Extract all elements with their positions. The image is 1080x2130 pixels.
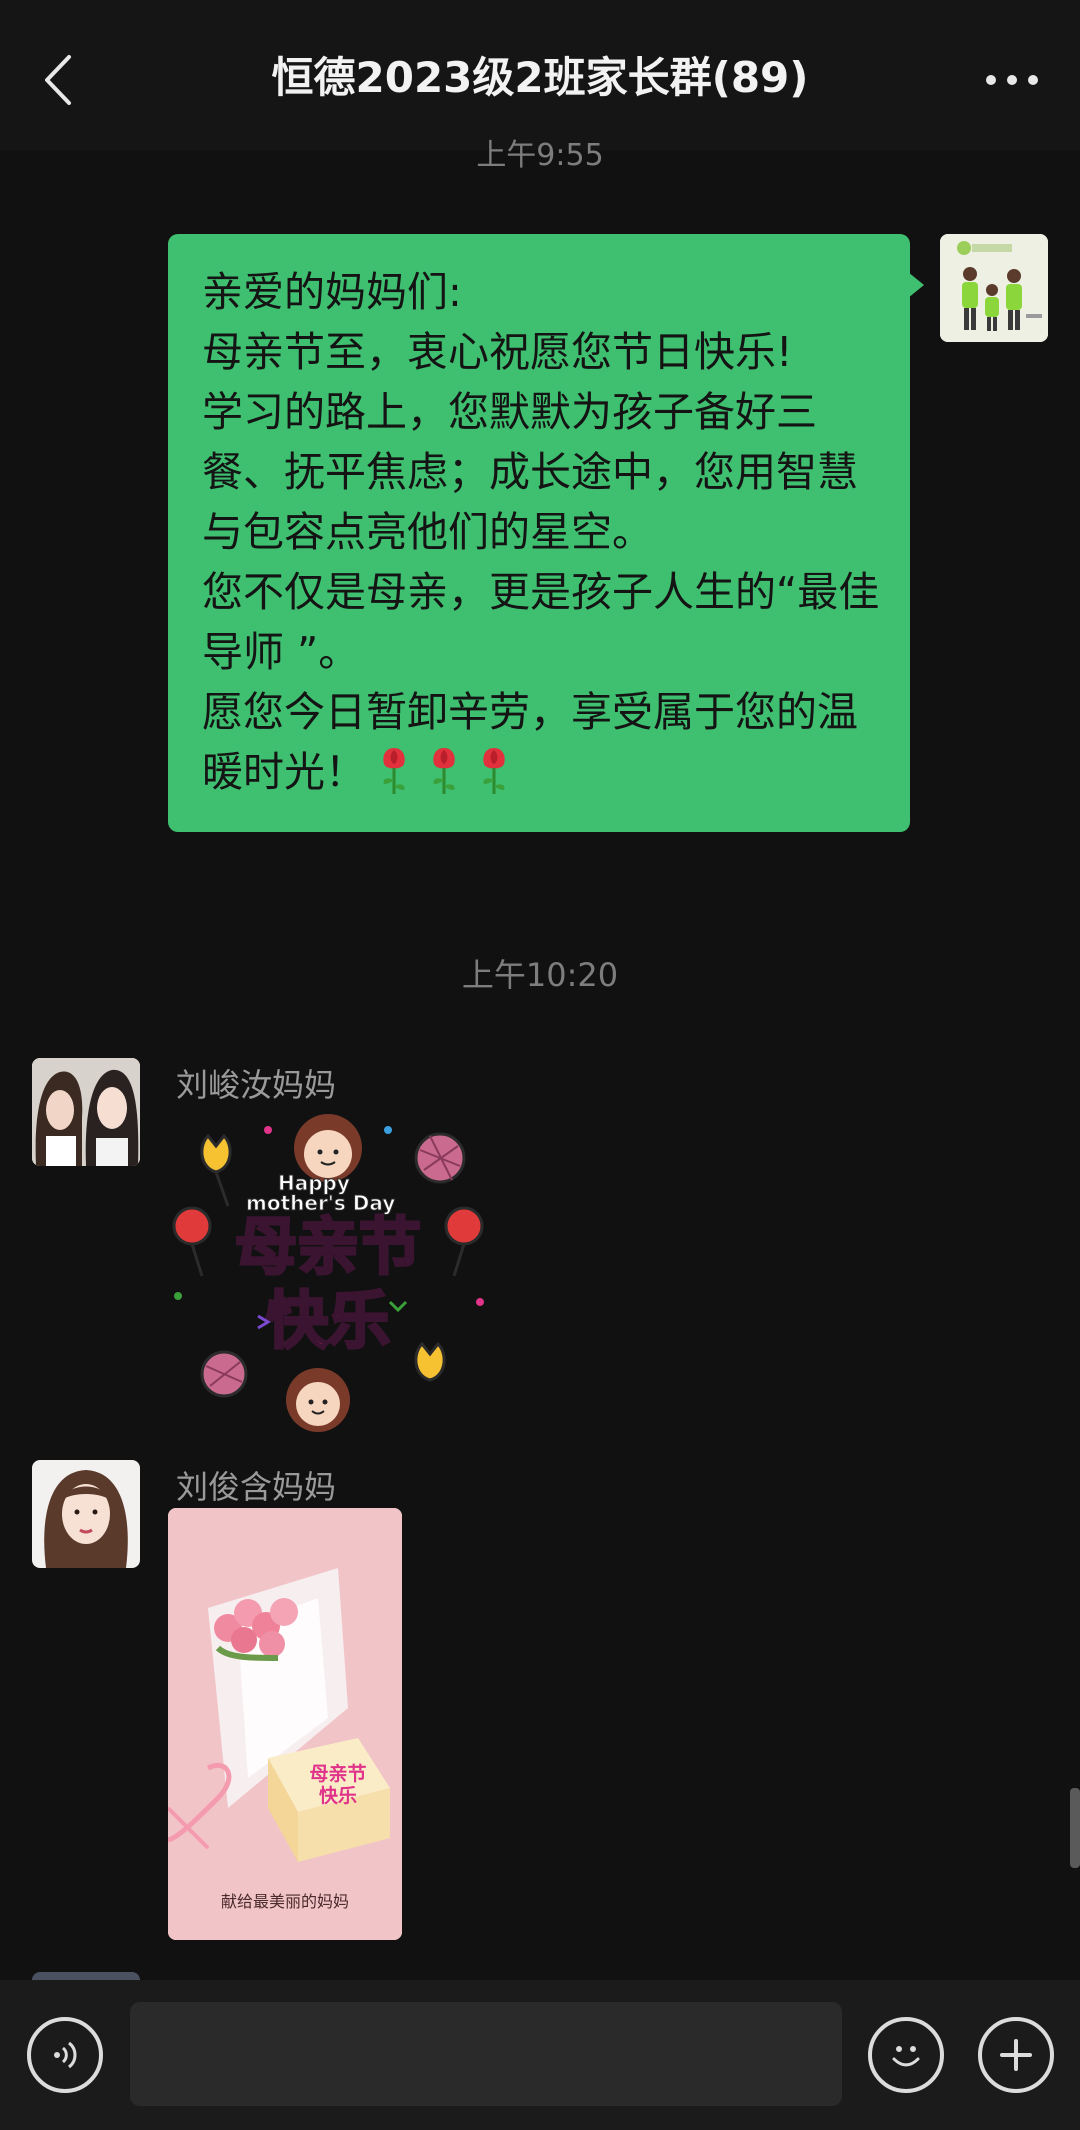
more-options-button[interactable] xyxy=(972,50,1052,110)
chat-screen: 恒德2023级2班家长群(89) 上午9:55 亲爱的妈妈们: 母亲节至，衷心祝… xyxy=(0,0,1080,2130)
plus-icon xyxy=(1000,2039,1032,2071)
back-button[interactable] xyxy=(28,40,88,120)
chat-header: 恒德2023级2班家长群(89) xyxy=(0,0,1080,150)
message-input[interactable] xyxy=(130,2002,842,2106)
input-bar xyxy=(0,1980,1080,2130)
message-line-with-roses: 愿您今日暂卸辛劳，享受属于您的温暖时光！ xyxy=(202,682,880,802)
cake-text-2: 快乐 xyxy=(319,1784,357,1807)
avatar-image xyxy=(32,1058,140,1166)
sender-avatar-2[interactable] xyxy=(32,1460,140,1568)
voice-input-button[interactable] xyxy=(27,2017,103,2093)
scrollbar[interactable] xyxy=(1070,1788,1080,1868)
sender-name-2: 刘俊含妈妈 xyxy=(176,1468,337,1506)
rose-emoji-icon xyxy=(483,748,505,794)
sticker-text-zh-1: 母亲节 xyxy=(235,1210,421,1283)
avatar-image xyxy=(32,1460,140,1568)
timestamp-middle: 上午10:20 xyxy=(461,956,619,994)
timestamp-top: 上午9:55 xyxy=(476,138,604,170)
emoji-button[interactable] xyxy=(868,2017,944,2093)
avatar-image xyxy=(940,234,1048,342)
sender-name-1: 刘峻汝妈妈 xyxy=(176,1066,337,1104)
my-avatar[interactable] xyxy=(940,234,1048,342)
voice-icon xyxy=(54,2041,77,2069)
more-dots-icon xyxy=(986,75,1038,85)
message-line: 亲爱的妈妈们: xyxy=(202,268,462,316)
message-line: 母亲节至，衷心祝愿您节日快乐! xyxy=(202,328,793,376)
message-line: 您不仅是母亲，更是孩子人生的“最佳导师 ”。 xyxy=(202,568,880,676)
sticker-image: Happy mother's Day 母亲节 快乐 xyxy=(172,1114,484,1432)
sender-avatar-1[interactable] xyxy=(32,1058,140,1166)
more-functions-button[interactable] xyxy=(978,2017,1054,2093)
cake-text-1: 母亲节 xyxy=(309,1762,366,1785)
message-line: 学习的路上，您默默为孩子备好三餐、抚平焦虑；成长途中，您用智慧与包容点亮他们的星… xyxy=(202,388,858,556)
photo-caption: 献给最美丽的妈妈 xyxy=(220,1892,349,1911)
sticker-text-zh-2: 快乐 xyxy=(266,1284,390,1357)
emoji-face-icon xyxy=(892,2046,920,2067)
mothers-day-sticker[interactable]: Happy mother's Day 母亲节 快乐 xyxy=(168,1106,488,1436)
bouquet-photo-message[interactable]: 母亲节 快乐 献给最美丽的妈妈 xyxy=(168,1508,402,1940)
outgoing-message-bubble[interactable]: 亲爱的妈妈们: 母亲节至，衷心祝愿您节日快乐! 学习的路上，您默默为孩子备好三餐… xyxy=(168,234,924,832)
chat-title: 恒德2023级2班家长群(89) xyxy=(271,53,809,102)
bouquet-cake-image: 母亲节 快乐 xyxy=(168,1508,402,1940)
rose-emoji-icon xyxy=(433,748,455,794)
rose-emoji-icon xyxy=(383,748,405,794)
chevron-left-icon xyxy=(45,55,71,105)
message-line: 愿您今日暂卸辛劳，享受属于您的温暖时光！ xyxy=(202,688,858,796)
